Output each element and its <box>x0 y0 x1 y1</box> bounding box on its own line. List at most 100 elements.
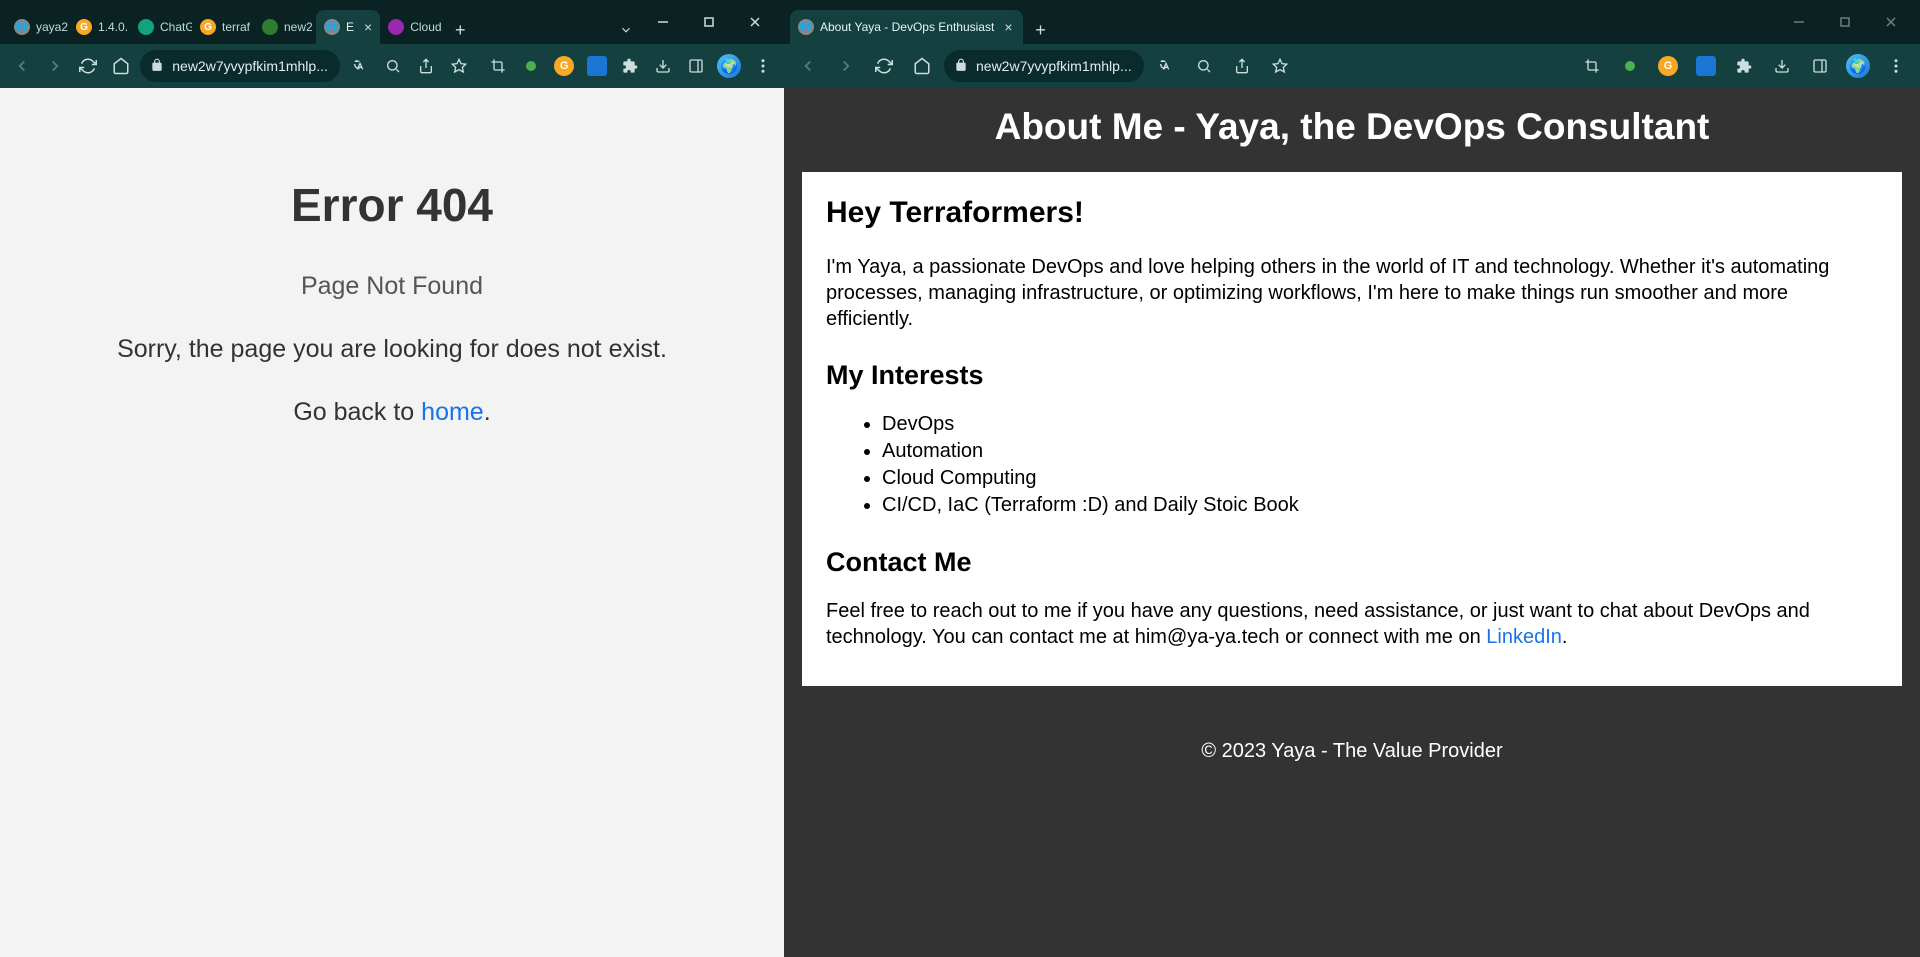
page-footer: © 2023 Yaya - The Value Provider <box>784 704 1920 799</box>
url-text: new2w7yvypfkim1mhlp... <box>976 58 1132 74</box>
tab-active[interactable]: 🌐 E × <box>316 10 380 44</box>
menu-button[interactable] <box>1880 50 1912 82</box>
g-icon: G <box>1658 56 1678 76</box>
tab[interactable]: Cloud <box>380 10 442 44</box>
g-icon: G <box>200 19 216 35</box>
interests-heading: My Interests <box>826 360 1878 391</box>
cast-icon <box>1696 56 1716 76</box>
extension-button[interactable] <box>1690 50 1722 82</box>
minimize-button[interactable] <box>1776 6 1822 38</box>
maximize-button[interactable] <box>1822 6 1868 38</box>
profile-button[interactable]: 🌍 <box>716 50 743 82</box>
tab-label: 1.4.0. <box>98 20 128 34</box>
zoom-button[interactable] <box>1188 50 1220 82</box>
back-button[interactable] <box>792 50 824 82</box>
linkedin-link[interactable]: LinkedIn <box>1486 626 1562 648</box>
p-icon <box>388 19 404 35</box>
n-icon <box>262 19 278 35</box>
close-icon[interactable]: × <box>1004 19 1012 35</box>
new-tab-button[interactable]: + <box>446 16 474 44</box>
extension-button[interactable] <box>518 50 545 82</box>
avatar-icon: 🌍 <box>717 54 741 78</box>
tab[interactable]: G terraf <box>192 10 254 44</box>
sidepanel-button[interactable] <box>683 50 710 82</box>
extension-button[interactable] <box>1614 50 1646 82</box>
lock-icon <box>150 58 164 75</box>
about-page: About Me - Yaya, the DevOps Consultant H… <box>784 88 1920 957</box>
share-button[interactable] <box>412 50 439 82</box>
lock-icon <box>954 58 968 75</box>
dot-icon <box>526 61 536 71</box>
dot-icon <box>1625 61 1635 71</box>
address-bar[interactable]: new2w7yvypfkim1mhlp... <box>944 50 1144 82</box>
tab-active[interactable]: 🌐 About Yaya - DevOps Enthusiast × <box>790 10 1023 44</box>
avatar-icon: 🌍 <box>1846 54 1870 78</box>
error-404-page: Error 404 Page Not Found Sorry, the page… <box>0 88 784 957</box>
minimize-button[interactable] <box>640 6 686 38</box>
tab-label: yaya2 <box>36 20 68 34</box>
tab-label: terraf <box>222 20 250 34</box>
page-content: Error 404 Page Not Found Sorry, the page… <box>0 88 784 957</box>
translate-button[interactable] <box>346 50 373 82</box>
home-button[interactable] <box>906 50 938 82</box>
contact-text: Feel free to reach out to me if you have… <box>826 598 1878 650</box>
tab[interactable]: 🌐 yaya2 <box>6 10 68 44</box>
menu-button[interactable] <box>749 50 776 82</box>
maximize-button[interactable] <box>686 6 732 38</box>
crop-button[interactable] <box>1576 50 1608 82</box>
close-icon[interactable]: × <box>364 19 372 35</box>
contact-pre: Feel free to reach out to me if you have… <box>826 600 1810 648</box>
tab-label: new2 <box>284 20 313 34</box>
sidepanel-button[interactable] <box>1804 50 1836 82</box>
window-controls <box>640 6 778 44</box>
titlebar: 🌐 About Yaya - DevOps Enthusiast × + <box>784 0 1920 44</box>
back-button[interactable] <box>8 50 35 82</box>
intro-text: I'm Yaya, a passionate DevOps and love h… <box>826 254 1878 332</box>
extension-button[interactable] <box>584 50 611 82</box>
downloads-button[interactable] <box>650 50 677 82</box>
share-button[interactable] <box>1226 50 1258 82</box>
home-link[interactable]: home <box>421 398 484 426</box>
new-tab-button[interactable]: + <box>1027 16 1055 44</box>
profile-button[interactable]: 🌍 <box>1842 50 1874 82</box>
url-text: new2w7yvypfkim1mhlp... <box>172 58 328 74</box>
tab[interactable]: new2 <box>254 10 316 44</box>
forward-button[interactable] <box>41 50 68 82</box>
extensions-button[interactable] <box>1728 50 1760 82</box>
home-suffix: . <box>484 398 491 426</box>
cast-icon <box>587 56 607 76</box>
tab[interactable]: G 1.4.0. <box>68 10 130 44</box>
address-bar[interactable]: new2w7yvypfkim1mhlp... <box>140 50 340 82</box>
bookmark-button[interactable] <box>445 50 472 82</box>
tab[interactable]: ChatG <box>130 10 192 44</box>
close-button[interactable] <box>732 6 778 38</box>
extension-button[interactable]: G <box>1652 50 1684 82</box>
extension-button[interactable]: G <box>551 50 578 82</box>
extensions-button[interactable] <box>617 50 644 82</box>
zoom-button[interactable] <box>379 50 406 82</box>
close-button[interactable] <box>1868 6 1914 38</box>
browser-window-left: 🌐 yaya2 G 1.4.0. ChatG G terraf new2 🌐 <box>0 0 784 957</box>
tab-strip: 🌐 yaya2 G 1.4.0. ChatG G terraf new2 🌐 <box>6 10 604 44</box>
error-home-line: Go back to home. <box>293 398 490 427</box>
tab-label: ChatG <box>160 20 192 34</box>
tab-label: E <box>346 20 354 34</box>
downloads-button[interactable] <box>1766 50 1798 82</box>
window-controls <box>1776 6 1914 44</box>
home-button[interactable] <box>107 50 134 82</box>
tab-search-button[interactable] <box>612 16 640 44</box>
reload-button[interactable] <box>868 50 900 82</box>
forward-button[interactable] <box>830 50 862 82</box>
crop-button[interactable] <box>485 50 512 82</box>
bookmark-button[interactable] <box>1264 50 1296 82</box>
list-item: DevOps <box>882 411 1878 438</box>
interests-list: DevOps Automation Cloud Computing CI/CD,… <box>826 411 1878 519</box>
translate-button[interactable] <box>1150 50 1182 82</box>
globe-icon: 🌐 <box>14 19 30 35</box>
globe-icon: 🌐 <box>798 19 814 35</box>
contact-post: . <box>1562 626 1568 648</box>
reload-button[interactable] <box>74 50 101 82</box>
titlebar: 🌐 yaya2 G 1.4.0. ChatG G terraf new2 🌐 <box>0 0 784 44</box>
chat-icon <box>138 19 154 35</box>
g-icon: G <box>554 56 574 76</box>
